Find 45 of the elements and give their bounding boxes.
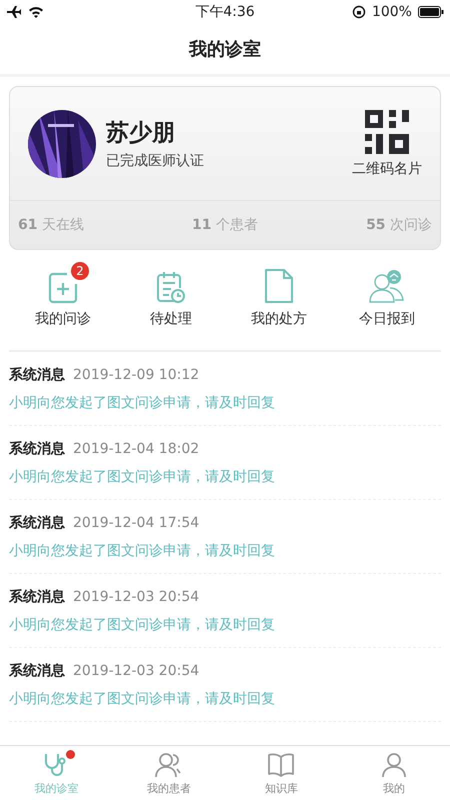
people-icon xyxy=(368,268,406,304)
calendar-clock-icon xyxy=(155,270,187,304)
battery-icon xyxy=(418,6,444,18)
message-time: 2019-12-09 10:12 xyxy=(73,366,200,382)
tab[interactable]: 我的 xyxy=(338,746,450,800)
shortcut-button[interactable]: 今日报到 xyxy=(337,266,437,350)
qr-code-icon[interactable] xyxy=(365,110,409,154)
message-text[interactable]: 小明向您发起了图文问诊申请，请及时回复 xyxy=(9,690,441,708)
message-text[interactable]: 小明向您发起了图文问诊申请，请及时回复 xyxy=(9,616,441,634)
add-note-icon xyxy=(47,270,79,304)
airplane-icon xyxy=(6,5,22,19)
verification-status: 已完成医师认证 xyxy=(106,152,205,170)
shortcut-button[interactable]: 待处理 xyxy=(121,266,221,350)
page-title: 我的诊室 xyxy=(189,38,261,61)
message-title: 系统消息 xyxy=(9,662,65,680)
book-icon xyxy=(267,752,296,778)
person-icon xyxy=(380,752,407,778)
doctor-name: 苏少朋 xyxy=(106,119,176,148)
stat-text: 61 天在线 xyxy=(18,216,84,234)
message-text[interactable]: 小明向您发起了图文问诊申请，请及时回复 xyxy=(9,394,441,412)
stat-text: 11 个患者 xyxy=(192,216,258,234)
message-title: 系统消息 xyxy=(9,588,65,606)
count-badge: 2 xyxy=(71,262,89,280)
qr-card-label: 二维码名片 xyxy=(352,160,422,178)
message-time: 2019-12-04 18:02 xyxy=(73,440,200,456)
message-title: 系统消息 xyxy=(9,514,65,532)
status-time: 下午4:36 xyxy=(195,3,255,21)
profile-card[interactable]: 苏少朋 已完成医师认证 二维码名片 61 天在线 11 个患者 55 次问诊 xyxy=(9,86,441,250)
message-time: 2019-12-03 20:54 xyxy=(73,662,200,678)
tab[interactable]: 我的患者 xyxy=(112,746,225,800)
rotation-lock-icon xyxy=(352,5,366,19)
message-title: 系统消息 xyxy=(9,366,65,384)
tab[interactable]: 知识库 xyxy=(225,746,338,800)
shortcut-button[interactable]: 我的处方 xyxy=(229,266,329,350)
message-time: 2019-12-03 20:54 xyxy=(73,588,200,604)
wifi-icon xyxy=(28,6,44,18)
message-time: 2019-12-04 17:54 xyxy=(73,514,200,530)
tab[interactable]: 我的诊室 xyxy=(0,746,112,800)
battery-percent: 100% xyxy=(372,4,412,20)
stat-text: 55 次问诊 xyxy=(366,216,432,234)
people-icon xyxy=(154,752,183,778)
message-title: 系统消息 xyxy=(9,440,65,458)
document-icon xyxy=(263,268,295,304)
message-text[interactable]: 小明向您发起了图文问诊申请，请及时回复 xyxy=(9,542,441,560)
message-text[interactable]: 小明向您发起了图文问诊申请，请及时回复 xyxy=(9,468,441,486)
